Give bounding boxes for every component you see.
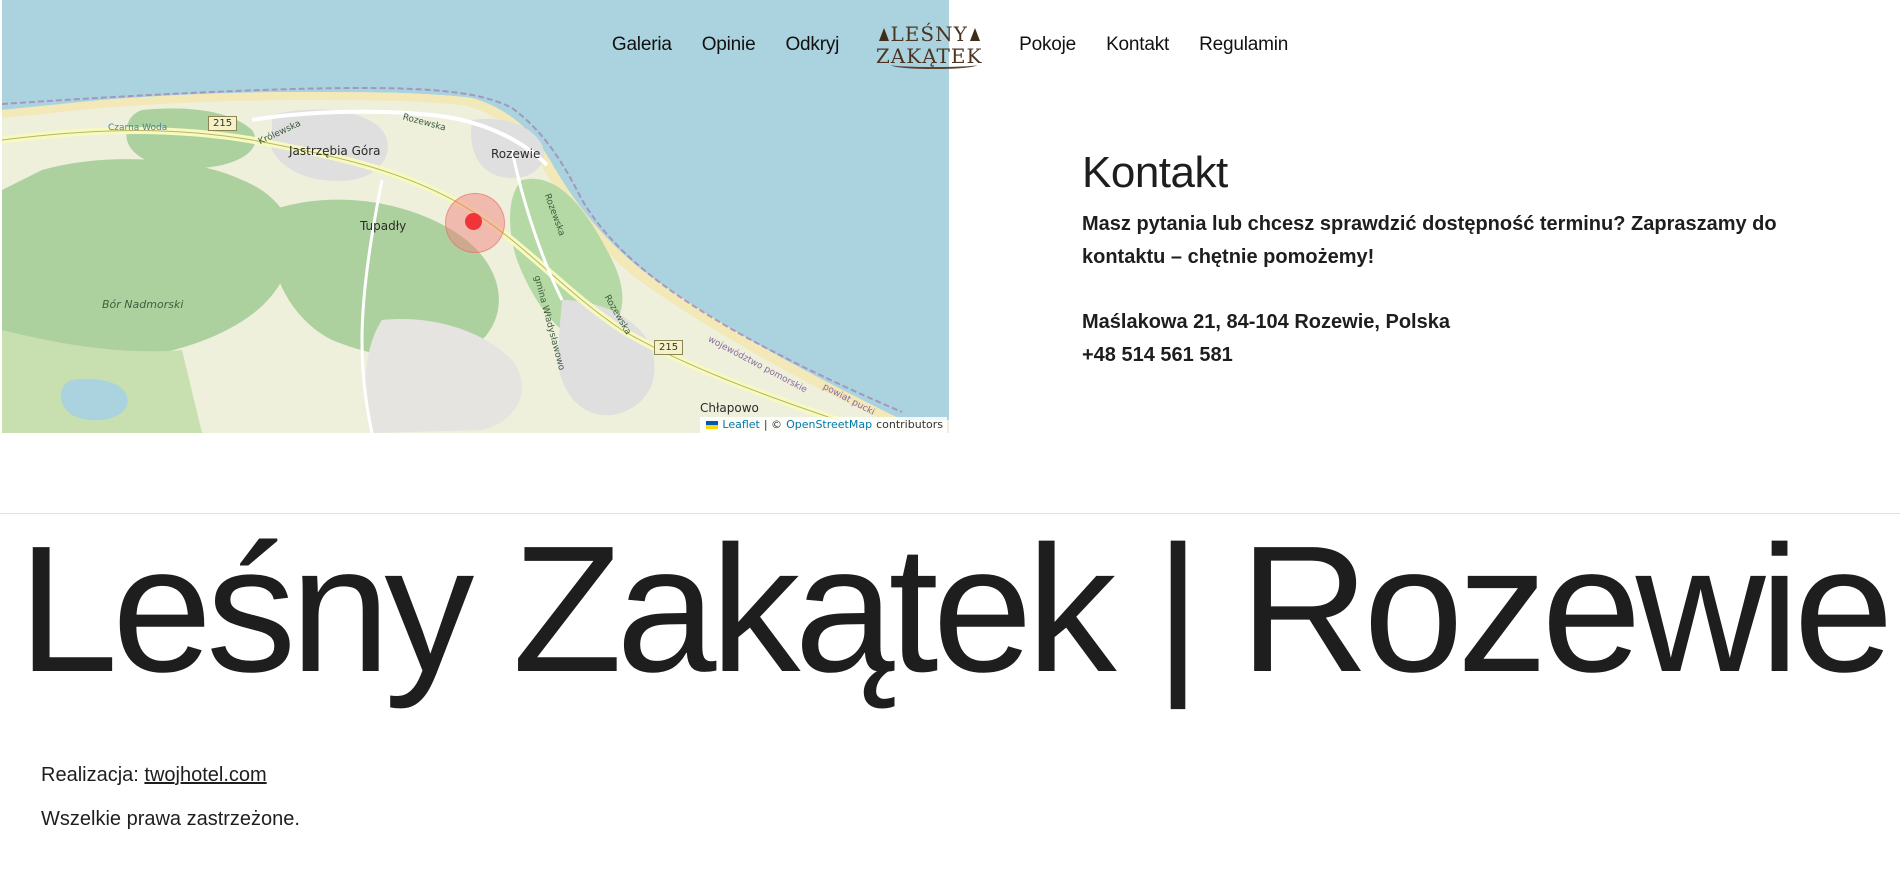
footer-credit: Realizacja: twojhotel.com [41,764,267,787]
contact-section: Kontakt Masz pytania lub chcesz sprawdzi… [1082,148,1842,372]
nav-item-regulamin[interactable]: Regulamin [1199,34,1288,56]
ukraine-flag-icon [706,420,719,429]
contact-address: Maślakowa 21, 84-104 Rozewie, Polska [1082,311,1450,333]
map-label-tupadly: Tupadły [360,219,407,233]
credit-prefix: Realizacja: [41,764,145,786]
logo-text-top: LEŚNY [890,22,968,46]
nav-item-pokoje[interactable]: Pokoje [1019,34,1076,56]
map-label-czarna-woda: Czarna Woda [108,123,168,133]
site-header: Galeria Opinie Odkryj LEŚNY ZAKĄTEK Poko… [0,0,1900,90]
contact-lead: Masz pytania lub chcesz sprawdzić dostęp… [1082,213,1777,268]
leaflet-link[interactable]: Leaflet [722,418,759,431]
attribution-separator: | © [763,418,783,431]
map-label-jastrzebia-gora: Jastrzębia Góra [289,144,381,158]
contact-title: Kontakt [1082,148,1228,197]
nav-left: Galeria Opinie Odkryj [612,34,839,56]
map-label-bor-nadmorski: Bór Nadmorski [102,298,184,311]
nav-item-kontakt[interactable]: Kontakt [1106,34,1169,56]
contact-phone[interactable]: +48 514 561 581 [1082,339,1842,372]
footer-rights: Wszelkie prawa zastrzeżone. [41,808,300,830]
map-attribution: Leaflet | © OpenStreetMap contributors [700,417,947,433]
road-215-shield: 215 [654,340,684,355]
nav-right: Pokoje Kontakt Regulamin [1019,34,1288,56]
road-215-shield: 215 [208,116,238,131]
location-marker-icon[interactable] [465,213,482,230]
logo-swash-ornament [891,61,978,69]
openstreetmap-link[interactable]: OpenStreetMap [786,418,872,431]
attribution-contributors: contributors [876,418,943,431]
map-label-rozewie: Rozewie [491,147,541,161]
nav-item-odkryj[interactable]: Odkryj [785,34,839,56]
credit-link[interactable]: twojhotel.com [144,764,266,786]
nav-item-opinie[interactable]: Opinie [702,34,756,56]
tree-icon [878,27,889,41]
footer-brand-title: Leśny Zakątek | Rozewie [18,509,1894,710]
tree-icon [969,27,980,41]
nav-item-galeria[interactable]: Galeria [612,34,672,56]
site-logo[interactable]: LEŚNY ZAKĄTEK [876,15,981,75]
logo-top-line: LEŚNY [878,22,980,46]
map-label-chlapowo: Chłapowo [700,401,759,415]
